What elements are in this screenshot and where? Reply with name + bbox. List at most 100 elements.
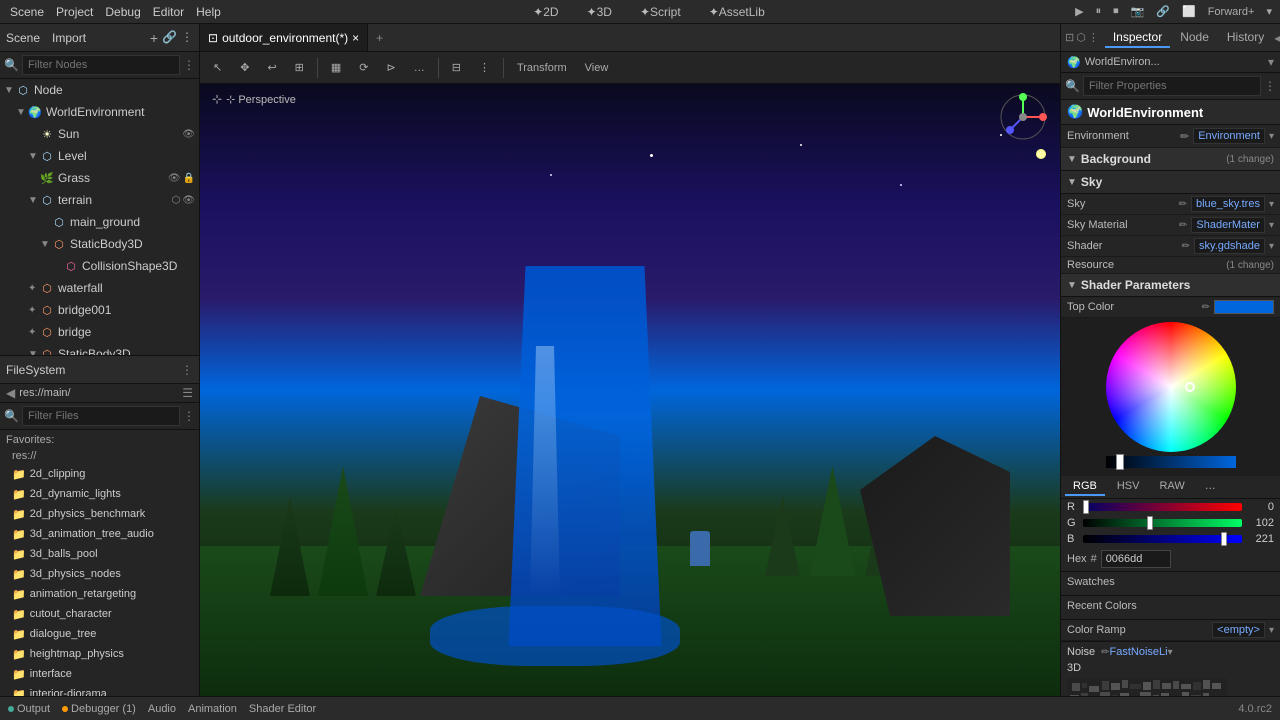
import-header-label[interactable]: Import	[52, 31, 86, 45]
sky-section[interactable]: ▼ Sky	[1061, 171, 1280, 194]
env-dropdown[interactable]: ▾	[1269, 131, 1274, 142]
fs-item-interior[interactable]: 📁 interior-diorama	[0, 684, 199, 696]
env-value[interactable]: Environment	[1193, 128, 1265, 144]
output-btn[interactable]: Output	[8, 703, 50, 715]
terrain-icon1[interactable]: ⬡	[172, 195, 181, 206]
gizmo-3d[interactable]	[998, 92, 1048, 142]
inspector-filter-input[interactable]	[1083, 76, 1261, 96]
audio-btn[interactable]: Audio	[148, 703, 176, 715]
animation-btn[interactable]: Animation	[188, 703, 237, 715]
scene-options-icon[interactable]: ⋮	[181, 30, 193, 46]
scene-filter-input[interactable]	[22, 55, 180, 75]
tree-item-sun[interactable]: ☀ Sun 👁	[0, 123, 199, 145]
fs-item-3d-physics[interactable]: 📁 3d_physics_nodes	[0, 564, 199, 584]
color-ramp-value[interactable]: <empty>	[1212, 622, 1265, 638]
transform-btn[interactable]: Transform	[510, 56, 574, 80]
hex-input[interactable]	[1101, 550, 1171, 568]
tool-select[interactable]: ↖	[206, 56, 229, 80]
link-node-icon[interactable]: 🔗	[162, 30, 177, 46]
fs-filter-options[interactable]: ⋮	[183, 409, 195, 423]
visibility-icon[interactable]: 👁	[182, 129, 195, 140]
screenshot-btn[interactable]: 📷	[1127, 3, 1149, 20]
fs-item-2d-dynamic-lights[interactable]: 📁 2d_dynamic_lights	[0, 484, 199, 504]
filter-options-icon[interactable]: ⋮	[183, 58, 195, 72]
renderer-label[interactable]: Forward+	[1204, 4, 1259, 20]
debugger-btn[interactable]: Debugger (1)	[62, 703, 136, 715]
scene-tab[interactable]: ⊡ outdoor_environment(*) ×	[200, 24, 368, 51]
tab-inspector[interactable]: Inspector	[1105, 28, 1170, 48]
fs-res-label[interactable]: res://	[0, 448, 199, 464]
fs-item-heightmap[interactable]: 📁 heightmap_physics	[0, 644, 199, 664]
menu-help[interactable]: Help	[190, 3, 227, 21]
window-btn[interactable]: ⬜	[1178, 3, 1200, 20]
btn-script[interactable]: ✦Script	[634, 3, 687, 21]
background-section[interactable]: ▼ Background (1 change)	[1061, 148, 1280, 171]
add-node-icon[interactable]: +	[150, 30, 158, 46]
sky-dropdown[interactable]: ▾	[1269, 199, 1274, 210]
top-color-swatch[interactable]	[1214, 300, 1274, 314]
menu-debug[interactable]: Debug	[99, 3, 146, 21]
tool-move[interactable]: ✥	[233, 56, 256, 80]
noise-dropdown[interactable]: ▾	[1168, 647, 1173, 658]
fs-item-cutout[interactable]: 📁 cutout_character	[0, 604, 199, 624]
visibility-icon-terrain[interactable]: 👁	[182, 195, 195, 206]
menu-project[interactable]: Project	[50, 3, 99, 21]
channel-g-slider[interactable]	[1083, 519, 1242, 527]
breadcrumb-dropdown[interactable]: ▾	[1268, 55, 1274, 69]
btn-assetlib[interactable]: ✦AssetLib	[703, 3, 771, 21]
tree-item-grass[interactable]: 🌿 Grass 👁 🔒	[0, 167, 199, 189]
fs-item-3d-animation[interactable]: 📁 3d_animation_tree_audio	[0, 524, 199, 544]
back-icon[interactable]: ◀	[6, 386, 15, 400]
btn-3d[interactable]: ✦3D	[581, 3, 618, 21]
btn-2d[interactable]: ✦2D	[527, 3, 564, 21]
inspector-nav-prev[interactable]: ◀	[1274, 31, 1280, 45]
channel-b-slider[interactable]	[1083, 535, 1242, 543]
tool-scale[interactable]: ⊞	[288, 56, 311, 80]
fs-item-2d-clipping[interactable]: 📁 2d_clipping	[0, 464, 199, 484]
fs-filter-input[interactable]	[22, 406, 180, 426]
tree-item-bridge[interactable]: ✦ ⬡ bridge	[0, 321, 199, 343]
tool-grid[interactable]: ▦	[324, 56, 348, 80]
channel-g-thumb[interactable]	[1147, 516, 1153, 530]
shader-value[interactable]: sky.gdshade	[1194, 238, 1265, 254]
tree-item-staticbody2[interactable]: ▼ ⬡ StaticBody3D	[0, 343, 199, 355]
sky-sky-value[interactable]: blue_sky.tres	[1191, 196, 1265, 212]
tree-item-terrain[interactable]: ▼ ⬡ terrain ⬡ 👁	[0, 189, 199, 211]
tool-rotate[interactable]: ↩	[260, 56, 283, 80]
brightness-slider[interactable]	[1106, 456, 1236, 468]
scene-tab-close[interactable]: ×	[352, 31, 359, 45]
viewport-3d[interactable]: ⊹ ⊹ Perspective	[200, 84, 1060, 696]
noise-value[interactable]: FastNoiseLi	[1110, 646, 1168, 658]
tree-item-collision[interactable]: ⬡ CollisionShape3D	[0, 255, 199, 277]
channel-r-slider[interactable]	[1083, 503, 1242, 511]
tab-rgb[interactable]: RGB	[1065, 478, 1105, 496]
channel-r-thumb[interactable]	[1083, 500, 1089, 514]
tool-local[interactable]: ⊳	[380, 56, 403, 80]
new-tab-btn[interactable]: +	[368, 31, 391, 45]
tool-dots[interactable]: ⋮	[472, 56, 497, 80]
link-btn[interactable]: 🔗	[1152, 3, 1174, 20]
tool-more[interactable]: …	[407, 56, 432, 80]
tab-node[interactable]: Node	[1172, 28, 1217, 48]
tree-item-staticbody[interactable]: ▼ ⬡ StaticBody3D	[0, 233, 199, 255]
tree-item-bridge001[interactable]: ✦ ⬡ bridge001	[0, 299, 199, 321]
play-btn[interactable]: ▶	[1071, 3, 1087, 20]
fs-options-icon[interactable]: ⋮	[181, 363, 193, 377]
env-edit-icon[interactable]: ✏	[1180, 130, 1189, 143]
lock-icon-grass[interactable]: 🔒	[183, 173, 195, 184]
sky-material-dropdown[interactable]: ▾	[1269, 220, 1274, 231]
tab-more[interactable]: …	[1197, 478, 1224, 496]
tab-raw[interactable]: RAW	[1151, 478, 1192, 496]
pause-btn[interactable]: ⏸	[1092, 3, 1106, 20]
tree-item-waterfall[interactable]: ✦ ⬡ waterfall	[0, 277, 199, 299]
fs-item-2d-physics[interactable]: 📁 2d_physics_benchmark	[0, 504, 199, 524]
brightness-thumb[interactable]	[1116, 454, 1124, 470]
shader-params-section[interactable]: ▼ Shader Parameters	[1061, 274, 1280, 297]
fs-item-3d-balls[interactable]: 📁 3d_balls_pool	[0, 544, 199, 564]
viewport-content[interactable]: ⊹ ⊹ Perspective	[200, 84, 1060, 696]
renderer-dropdown[interactable]: ▾	[1262, 3, 1276, 20]
sky-material-value[interactable]: ShaderMater	[1191, 217, 1265, 233]
tab-history[interactable]: History	[1219, 28, 1272, 48]
visibility-icon-grass[interactable]: 👁	[168, 173, 181, 184]
tree-item-node[interactable]: ▼ ⬡ Node	[0, 79, 199, 101]
